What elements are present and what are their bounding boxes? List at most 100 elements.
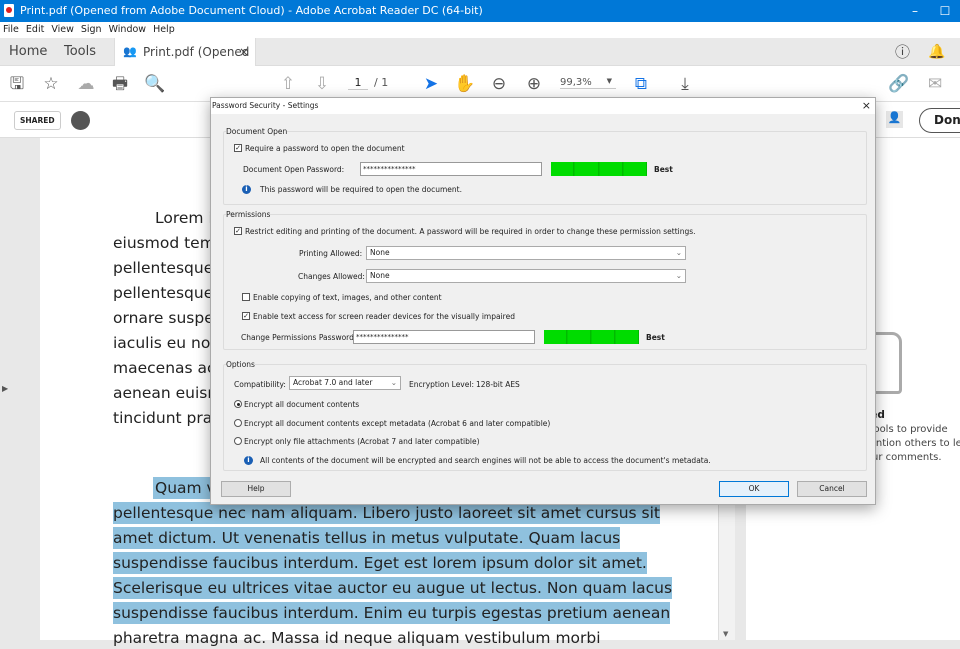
page-total: / 1 — [374, 76, 389, 89]
encryption-level-value: 128-bit AES — [476, 380, 520, 389]
doc-line: pellentesque — [113, 259, 214, 277]
group-label: Permissions — [226, 210, 271, 219]
print-icon[interactable]: 🖶 — [109, 73, 131, 95]
zoom-in-icon[interactable]: ⊕ — [523, 73, 545, 95]
info-icon: i — [244, 456, 253, 465]
open-password-field[interactable]: *************** — [360, 162, 542, 176]
zoom-out-icon[interactable]: ⊖ — [488, 73, 510, 95]
window-title: Print.pdf (Opened from Adobe Document Cl… — [20, 4, 483, 17]
encrypt-except-metadata-label: Encrypt all document contents except met… — [244, 419, 551, 428]
zoom-select[interactable]: 99,3% ▼ — [560, 77, 616, 89]
changes-allowed-label: Changes Allowed: — [298, 272, 365, 281]
require-password-checkbox[interactable]: ✓ — [234, 144, 242, 152]
hand-tool-icon[interactable]: ✋ — [454, 73, 476, 95]
page-down-icon[interactable]: ⇩ — [311, 73, 333, 95]
encrypt-all-radio[interactable] — [234, 400, 242, 408]
bell-icon[interactable]: 🔔 — [928, 38, 945, 66]
help-button[interactable]: Help — [221, 481, 291, 497]
open-password-info: This password will be required to open t… — [260, 185, 462, 194]
restrict-editing-label: Restrict editing and printing of the doc… — [245, 227, 696, 236]
password-security-dialog: Password Security - Settings × Document … — [210, 97, 876, 505]
highlighted-line: Scelerisque eu ultrices vitae auctor eu … — [113, 577, 673, 599]
help-icon[interactable]: ⓘ — [895, 38, 910, 66]
dialog-title-bar: Password Security - Settings × — [211, 98, 875, 114]
left-panel-toggle-icon[interactable]: ▶ — [2, 384, 8, 393]
permissions-password-field[interactable]: *************** — [353, 330, 535, 344]
tab-bar: Home Tools 👥 Print.pdf (Opened f... × ⓘ … — [0, 38, 960, 87]
shared-users-icon: 👥 — [123, 45, 137, 58]
share-link-icon[interactable]: 🔗 — [888, 73, 910, 95]
save-icon[interactable]: 🖫 — [6, 73, 28, 95]
select-cursor-icon[interactable]: ➤ — [420, 73, 442, 95]
permissions-password-label: Change Permissions Password: — [241, 333, 357, 342]
page-up-icon[interactable]: ⇧ — [277, 73, 299, 95]
menu-window[interactable]: Window — [109, 24, 146, 35]
password-strength-label: Best — [646, 333, 665, 342]
compatibility-label: Compatibility: — [234, 380, 286, 389]
doc-line: maecenas ac — [113, 359, 216, 377]
shared-badge[interactable]: SHARED — [14, 111, 61, 130]
password-strength-meter — [551, 162, 647, 176]
chevron-down-icon: ▼ — [606, 77, 612, 85]
encrypt-attachments-radio[interactable] — [234, 437, 242, 445]
star-icon[interactable]: ☆ — [40, 73, 62, 95]
printing-allowed-label: Printing Allowed: — [299, 249, 363, 258]
tab-close-button[interactable]: × — [239, 38, 249, 66]
title-bar: Print.pdf (Opened from Adobe Document Cl… — [0, 0, 960, 22]
group-label: Options — [226, 360, 255, 369]
enable-copying-checkbox[interactable] — [242, 293, 250, 301]
restrict-editing-checkbox[interactable]: ✓ — [234, 227, 242, 235]
password-strength-meter — [544, 330, 639, 344]
printing-allowed-value: None — [370, 248, 390, 257]
email-icon[interactable]: ✉ — [924, 73, 946, 95]
highlighted-line: suspendisse faucibus interdum. Enim eu t… — [113, 602, 671, 624]
menu-sign[interactable]: Sign — [81, 24, 102, 35]
doc-line: pharetra magna ac. Massa id neque aliqua… — [113, 629, 601, 647]
maximize-button[interactable]: ☐ — [930, 0, 960, 22]
chevron-down-icon: ⌄ — [390, 378, 397, 387]
scroll-mode-icon[interactable]: ⤓ — [674, 73, 696, 95]
doc-line: Lorem i — [155, 209, 213, 227]
menu-help[interactable]: Help — [153, 24, 175, 35]
zoom-value: 99,3% — [560, 77, 592, 88]
printing-allowed-select[interactable]: None ⌄ — [366, 246, 686, 260]
menu-edit[interactable]: Edit — [26, 24, 44, 35]
avatar[interactable] — [71, 111, 90, 130]
cancel-button[interactable]: Cancel — [797, 481, 867, 497]
changes-allowed-select[interactable]: None ⌄ — [366, 269, 686, 283]
open-password-label: Document Open Password: — [243, 165, 345, 174]
menu-view[interactable]: View — [51, 24, 74, 35]
dialog-title: Password Security - Settings — [212, 101, 319, 110]
encryption-level-label: Encryption Level: — [409, 380, 474, 389]
screen-reader-label: Enable text access for screen reader dev… — [253, 312, 515, 321]
search-icon[interactable]: 🔍 — [144, 73, 166, 95]
page-fit-icon[interactable]: ⧉ — [630, 73, 652, 95]
chevron-down-icon: ⌄ — [675, 248, 682, 257]
encrypt-except-metadata-radio[interactable] — [234, 419, 242, 427]
doc-line: iaculis eu nor — [113, 334, 217, 352]
changes-allowed-value: None — [370, 271, 390, 280]
dialog-close-button[interactable]: × — [862, 98, 871, 114]
doc-line: aenean euism — [113, 384, 223, 402]
cloud-upload-icon[interactable]: ☁ — [75, 73, 97, 95]
done-button[interactable]: Done — [919, 108, 960, 133]
doc-line: eiusmod tem — [113, 234, 215, 252]
group-label: Document Open — [226, 127, 288, 136]
encrypt-attachments-label: Encrypt only file attachments (Acrobat 7… — [244, 437, 480, 446]
encrypt-all-label: Encrypt all document contents — [244, 400, 360, 409]
doc-line: pellentesque — [113, 284, 214, 302]
menu-file[interactable]: File — [3, 24, 19, 35]
tab-home[interactable]: Home — [9, 38, 47, 66]
enable-copying-label: Enable copying of text, images, and othe… — [253, 293, 442, 302]
screen-reader-checkbox[interactable]: ✓ — [242, 312, 250, 320]
tab-tools[interactable]: Tools — [64, 38, 96, 66]
highlighted-line: amet dictum. Ut venenatis tellus in metu… — [113, 527, 621, 549]
minimize-button[interactable]: – — [900, 0, 930, 22]
scroll-down-icon[interactable]: ▼ — [723, 630, 728, 638]
ok-button[interactable]: OK — [719, 481, 789, 497]
comment-user-icon[interactable]: 👤 — [886, 111, 903, 128]
tab-document[interactable]: 👥 Print.pdf (Opened f... × — [114, 38, 256, 87]
page-number-input[interactable]: 1 — [348, 76, 368, 90]
chevron-down-icon: ⌄ — [675, 271, 682, 280]
compatibility-select[interactable]: Acrobat 7.0 and later ⌄ — [289, 376, 401, 390]
